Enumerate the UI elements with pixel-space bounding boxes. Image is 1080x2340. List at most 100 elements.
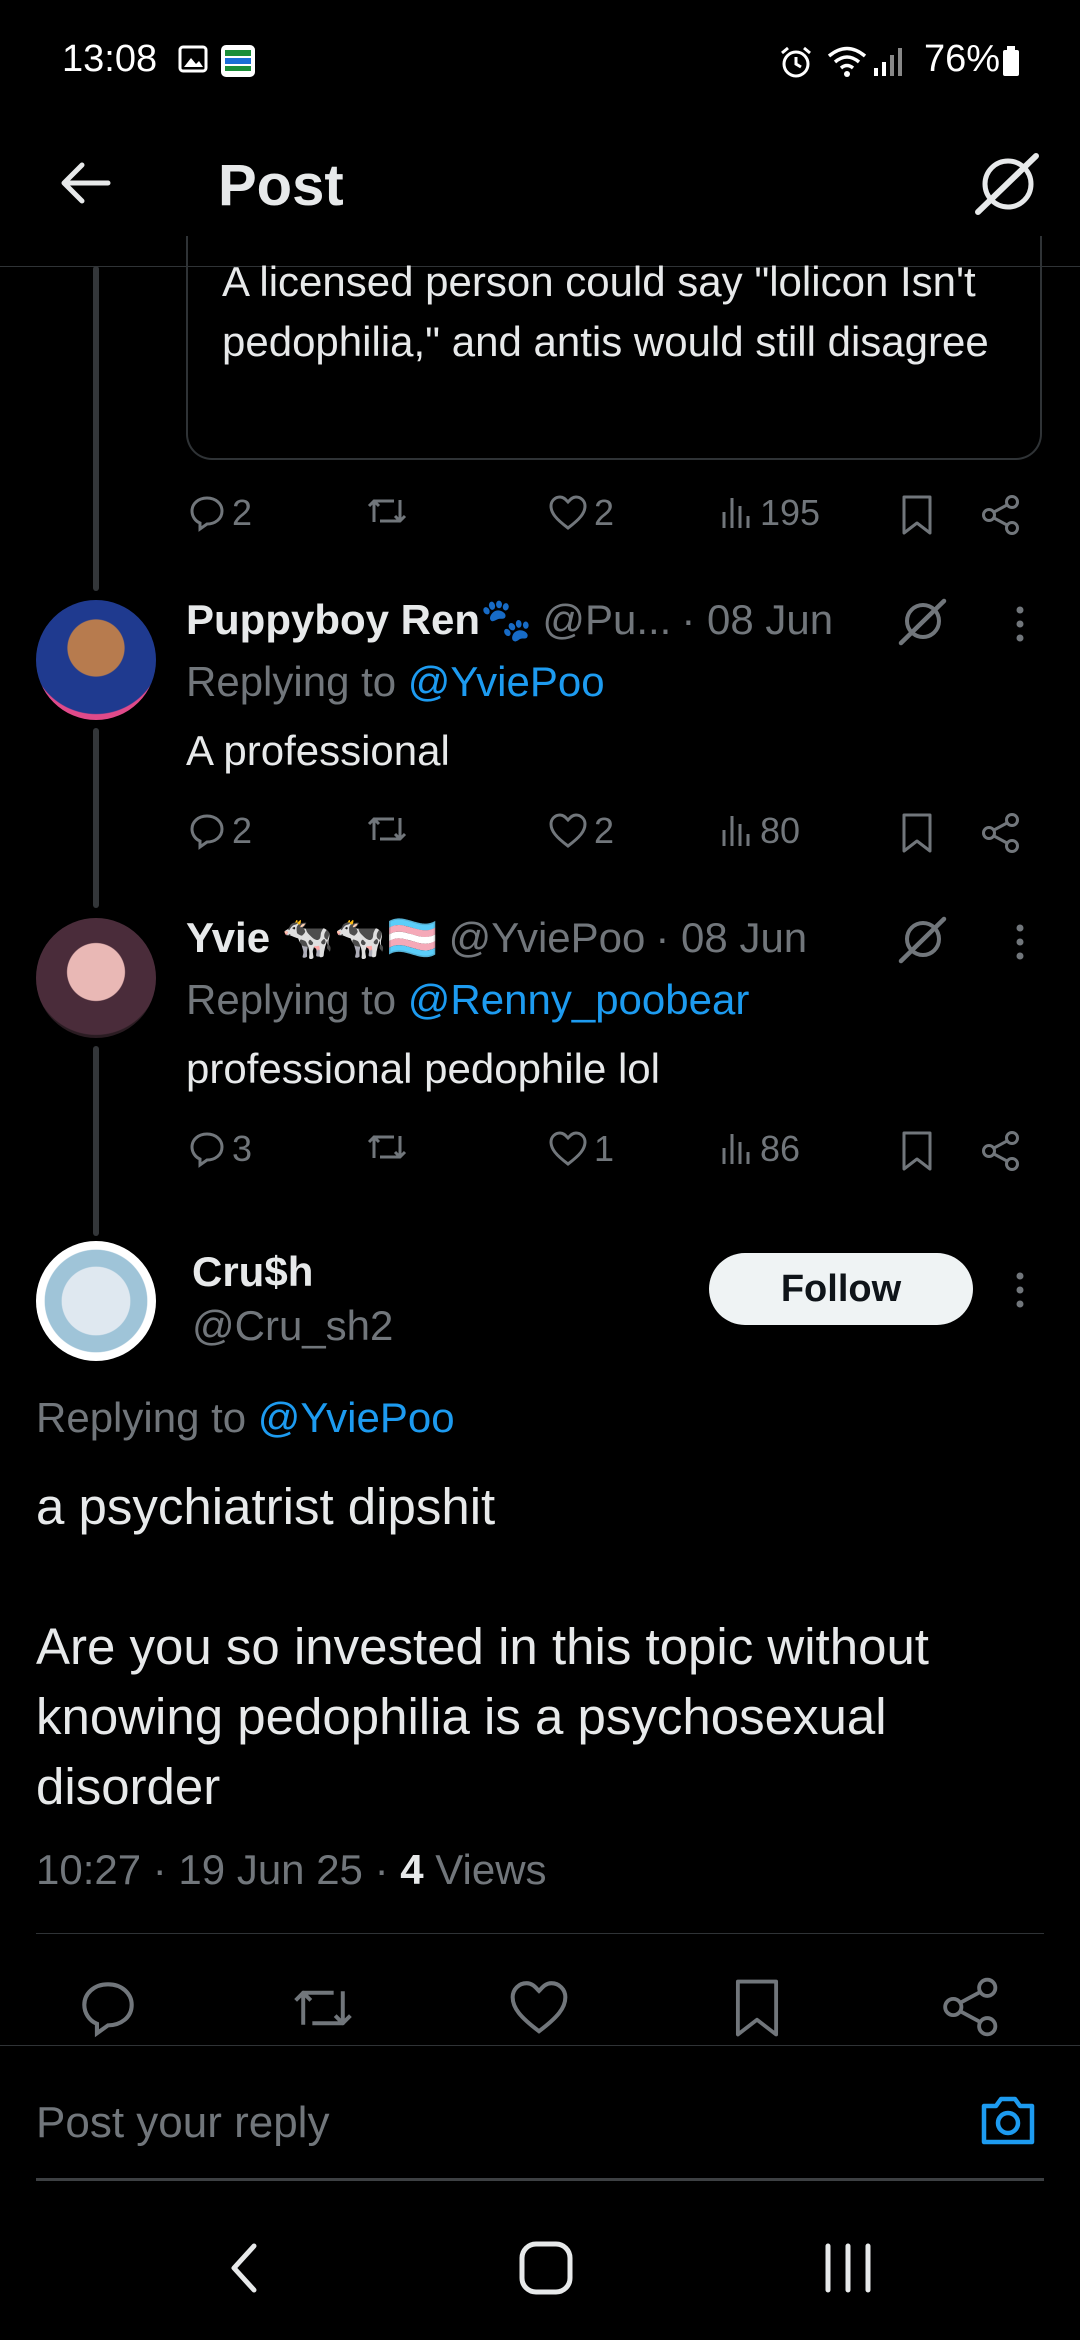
grok-button[interactable] [896, 596, 948, 648]
alarm-icon [778, 44, 814, 80]
camera-button[interactable] [978, 2092, 1038, 2148]
author-name[interactable]: Cru$h [192, 1248, 313, 1296]
nav-recents-button[interactable] [820, 2240, 876, 2296]
camera-icon [981, 2096, 1035, 2145]
like-count: 2 [594, 492, 615, 533]
heart-icon [510, 1981, 568, 2034]
more-options-button[interactable] [1012, 922, 1028, 962]
reply-button[interactable]: 2 [188, 492, 252, 534]
reply-button[interactable]: 2 [188, 810, 252, 852]
page-title: Post [218, 153, 344, 218]
like-count: 1 [594, 1128, 615, 1169]
replying-to-link[interactable]: @Renny_poobear [408, 976, 750, 1023]
avatar[interactable] [36, 600, 156, 720]
avatar[interactable] [36, 918, 156, 1038]
repost-icon [367, 499, 407, 523]
nav-home-button[interactable] [516, 2238, 576, 2298]
reply-text: A professional [186, 727, 450, 774]
more-options-button[interactable] [1012, 1270, 1028, 1310]
reply-icon [190, 814, 224, 850]
bookmark-button[interactable] [900, 1130, 934, 1172]
more-vertical-icon [1016, 924, 1024, 960]
share-button[interactable] [940, 1976, 1002, 2038]
like-button[interactable] [508, 1978, 570, 2038]
views-button[interactable]: 195 [720, 492, 820, 534]
reply-input-underline [36, 2178, 1044, 2181]
follow-button[interactable]: Follow [709, 1253, 973, 1325]
app-notification-icon [220, 44, 256, 78]
views-label[interactable]: Views [435, 1846, 546, 1893]
bookmark-icon [902, 1131, 932, 1171]
share-button[interactable] [980, 812, 1022, 854]
thread-line [93, 1046, 99, 1236]
views-count: 80 [760, 810, 801, 851]
views-icon [722, 498, 750, 528]
replying-prefix: Replying to [186, 976, 397, 1023]
heart-icon [549, 495, 587, 530]
heart-icon [549, 813, 587, 848]
replying-to-link[interactable]: @YviePoo [408, 658, 605, 705]
views-button[interactable]: 80 [720, 810, 800, 852]
bookmark-icon [902, 813, 932, 853]
recents-icon [825, 2243, 871, 2293]
more-options-button[interactable] [1012, 604, 1028, 644]
post-date: · 08 Jun [655, 914, 808, 961]
repost-button[interactable] [364, 810, 410, 848]
author-name[interactable]: Yvie 🐄🐄🏳️‍⚧️ [186, 914, 439, 963]
views-button[interactable]: 86 [720, 1128, 800, 1170]
views-icon [722, 1134, 750, 1164]
share-icon [982, 813, 1019, 853]
bookmark-button[interactable] [900, 812, 934, 854]
signal-icon [872, 44, 906, 78]
back-button[interactable] [56, 158, 112, 208]
wifi-icon [826, 44, 868, 78]
bookmark-icon [735, 1979, 779, 2037]
author-handle[interactable]: @Cru_sh2 [192, 1302, 393, 1350]
post-timestamp: 10:27 · 19 Jun 25 · [36, 1846, 389, 1893]
grok-icon [898, 916, 947, 964]
bookmark-button[interactable] [900, 494, 934, 536]
share-button[interactable] [980, 494, 1022, 536]
back-arrow-icon [61, 162, 111, 204]
like-button[interactable]: 2 [548, 492, 614, 534]
quoted-post-text: A licensed person could say "lolicon Isn… [222, 258, 989, 365]
reply-icon [82, 1982, 134, 2038]
reply-button[interactable] [78, 1978, 138, 2038]
author-handle[interactable]: @Pu... [542, 596, 671, 644]
share-icon [943, 1977, 998, 2037]
reply-icon [190, 496, 224, 532]
repost-icon [367, 1135, 407, 1159]
replying-prefix: Replying to [36, 1394, 247, 1441]
replying-to-link[interactable]: @YviePoo [258, 1394, 455, 1441]
repost-button[interactable] [288, 1978, 358, 2038]
more-vertical-icon [1016, 606, 1024, 642]
post-text-line: a psychiatrist dipshit [36, 1478, 496, 1535]
like-count: 2 [594, 810, 615, 851]
author-name[interactable]: Puppyboy Ren🐾 [186, 596, 532, 645]
repost-icon [294, 1990, 352, 2026]
repost-button[interactable] [364, 492, 410, 530]
divider [0, 2045, 1080, 2046]
bookmark-button[interactable] [732, 1976, 782, 2040]
author-handle[interactable]: @YviePoo [449, 914, 646, 962]
grok-icon [975, 153, 1039, 215]
views-count: 195 [760, 492, 821, 533]
share-icon [982, 1131, 1019, 1171]
reply-icon [190, 1132, 224, 1168]
reply-button[interactable]: 3 [188, 1128, 252, 1170]
battery-icon [1002, 46, 1020, 76]
like-button[interactable]: 2 [548, 810, 614, 852]
chevron-left-icon [231, 2243, 257, 2293]
grok-button[interactable] [896, 914, 948, 966]
divider [36, 1933, 1044, 1934]
grok-icon [898, 598, 947, 646]
avatar[interactable] [36, 1241, 156, 1361]
share-button[interactable] [980, 1130, 1022, 1172]
like-button[interactable]: 1 [548, 1128, 614, 1170]
reply-input[interactable]: Post your reply [36, 2098, 329, 2148]
thread-line [93, 728, 99, 908]
repost-button[interactable] [364, 1128, 410, 1166]
nav-back-button[interactable] [224, 2240, 264, 2296]
grok-button[interactable] [972, 150, 1042, 220]
thread-line [93, 266, 99, 591]
